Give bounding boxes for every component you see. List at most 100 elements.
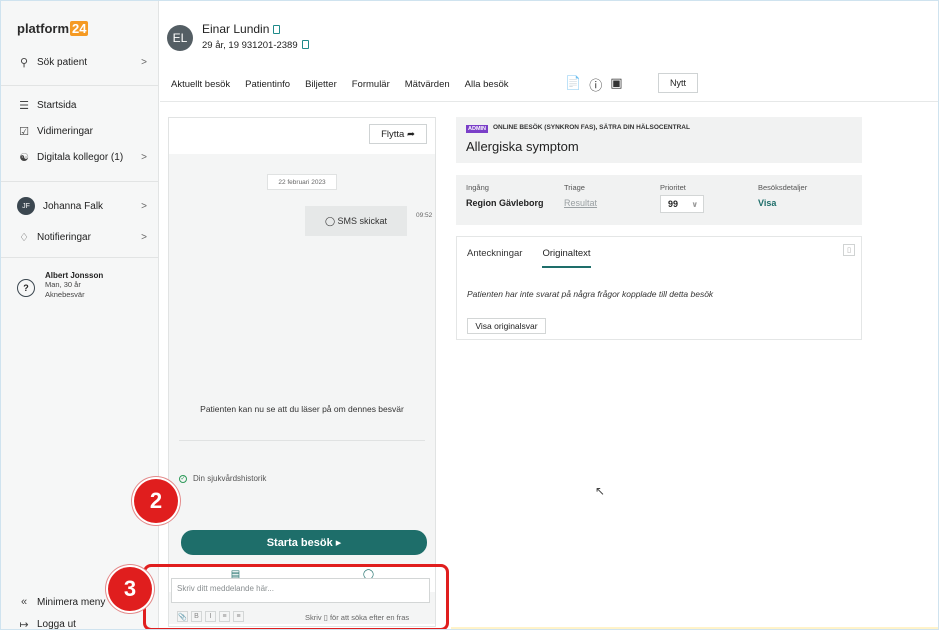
chat-bubble-icon: ◯ [324,215,336,226]
sidebar-item-notifieringar[interactable]: ♢ Notifieringar > [17,228,151,246]
copy-icon[interactable] [301,40,309,49]
history-item[interactable]: ✓ Din sjukvårdshistorik [179,474,266,483]
sms-label: SMS skickat [337,216,388,226]
callout-badge: 2 [134,479,178,523]
double-chevron-left-icon: « [20,596,28,608]
chat-info-text: Patienten kan nu se att du läser på om d… [200,404,404,414]
detail-besok: Besöksdetaljer Visa [758,183,807,208]
besok-link[interactable]: Visa [758,198,807,208]
chevron-down-icon: ∨ [691,199,699,209]
start-visit-button[interactable]: Starta besök ▸ [181,530,427,555]
detail-prioritet: Prioritet 99 ∨ [660,183,704,213]
detail-ingang: Ingång Region Gävleborg [466,183,544,208]
move-button[interactable]: Flytta ➦ [369,124,427,144]
detail-triage: Triage Resultat [564,183,597,208]
tab-originaltext[interactable]: Originaltext [542,248,591,268]
admin-badge: ADMIN [466,125,489,133]
divider [1,85,159,86]
chevron-right-icon: > [141,56,147,68]
patient-tabs: Aktuellt besök Patientinfo Biljetter For… [171,79,524,90]
user-name: Johanna Falk [43,200,104,212]
search-icon: ⚲ [19,56,29,69]
brand-name: platform [17,21,69,36]
visit-details: Ingång Region Gävleborg Triage Resultat … [456,175,862,225]
priority-select[interactable]: 99 ∨ [660,195,704,213]
besok-label: Besöksdetaljer [758,183,808,192]
question-person-icon: ? [17,279,35,297]
visit-title: Allergiska symptom [466,139,579,154]
prio-label: Prioritet [660,183,686,192]
brand-logo[interactable]: platform 24 [17,21,89,36]
copy-icon[interactable]: ▯ [843,244,855,256]
divider [1,181,159,182]
copy-icon[interactable] [273,25,281,34]
search-patient[interactable]: ⚲ Sök patient > [17,53,151,71]
queue-patient-complaint: Aknebesvär [45,290,85,299]
tab-matvarden[interactable]: Mätvärden [405,79,450,90]
mouse-cursor-icon: ↖ [595,484,606,498]
triage-value[interactable]: Resultat [564,198,597,208]
logout-label: Logga ut [37,618,76,630]
chat-messages: 22 februari 2023 ◯ SMS skickat 09:52 Pat… [169,154,435,624]
list-icon: ☰ [19,99,29,112]
sidebar-item-label: Notifieringar [37,231,91,243]
tab-anteckningar[interactable]: Anteckningar [467,248,522,268]
tab-patientinfo[interactable]: Patientinfo [245,79,290,90]
search-label: Sök patient [37,56,88,68]
header-icons: 📄 ⓘ ▣ [565,75,623,94]
callout-badge: 3 [108,567,152,611]
logout-button[interactable]: ↦ Logga ut [17,615,151,630]
move-label: Flytta [381,128,405,140]
app-window: platform 24 ⚲ Sök patient > ☰ Startsida ☑… [0,0,939,630]
logout-icon: ↦ [19,618,29,630]
sms-time: 09:52 [416,212,433,219]
sidebar-item-digitala-kollegor[interactable]: ☯ Digitala kollegor (1) > [17,148,151,166]
tab-alla-besok[interactable]: Alla besök [465,79,509,90]
highlight-box [143,564,449,629]
notes-panel: Anteckningar Originaltext ▯ Patienten ha… [456,236,862,340]
patient-id: 29 år, 19 931201-2389 [202,40,309,51]
sms-message: ◯ SMS skickat [305,206,407,236]
sidebar-user[interactable]: JF Johanna Falk > [17,197,151,215]
checkbox-icon: ☑ [19,125,29,138]
patient-name-text: Einar Lundin [202,22,270,36]
patient-name: Einar Lundin [202,22,281,36]
chevron-right-icon: > [141,151,147,163]
ingang-label: Ingång [466,183,489,192]
start-visit-label: Starta besök [266,536,333,549]
ingang-value: Region Gävleborg [466,198,544,208]
show-original-button[interactable]: Visa originalsvar [467,318,546,334]
queue-patient-info: Man, 30 år [45,280,81,289]
alert-icon[interactable]: ⓘ [589,75,602,94]
notes-tabs: Anteckningar Originaltext [467,248,611,268]
tab-biljetter[interactable]: Biljetter [305,79,337,90]
new-button[interactable]: Nytt [658,73,698,93]
brand-number: 24 [70,21,89,36]
divider [1,257,159,258]
tab-aktuellt-besok[interactable]: Aktuellt besök [171,79,230,90]
priority-value: 99 [668,199,679,209]
queue-patient-name: Albert Jonsson [45,271,104,280]
chevron-right-icon: > [141,200,147,212]
visit-meta: ONLINE BESÖK (SYNKRON FAS), SÄTRA DIN HÄ… [493,124,690,131]
video-icon[interactable]: ▣ [610,75,622,94]
tab-formular[interactable]: Formulär [352,79,390,90]
sidebar-item-vidimeringar[interactable]: ☑ Vidimeringar [17,122,151,140]
visit-card: ADMIN ONLINE BESÖK (SYNKRON FAS), SÄTRA … [456,117,862,163]
check-circle-icon: ✓ [179,474,187,483]
history-label: Din sjukvårdshistorik [193,474,267,483]
avatar: JF [17,197,35,215]
queue-patient-card[interactable]: ? Albert Jonsson Man, 30 år Aknebesvär [17,271,151,300]
sidebar-item-startsida[interactable]: ☰ Startsida [17,96,151,114]
minimize-label: Minimera meny [37,596,106,608]
chevron-right-icon: > [141,231,147,243]
robot-icon: ☯ [19,151,29,164]
arrow-share-icon: ➦ [406,128,415,140]
triage-label: Triage [564,183,585,192]
sidebar-item-label: Startsida [37,99,77,111]
document-icon[interactable]: 📄 [565,75,581,94]
patient-avatar: EL [167,25,193,51]
notes-text: Patienten har inte svarat på några frågo… [467,289,714,299]
patient-id-text: 29 år, 19 931201-2389 [202,40,298,51]
sidebar-item-label: Vidimeringar [37,125,93,137]
